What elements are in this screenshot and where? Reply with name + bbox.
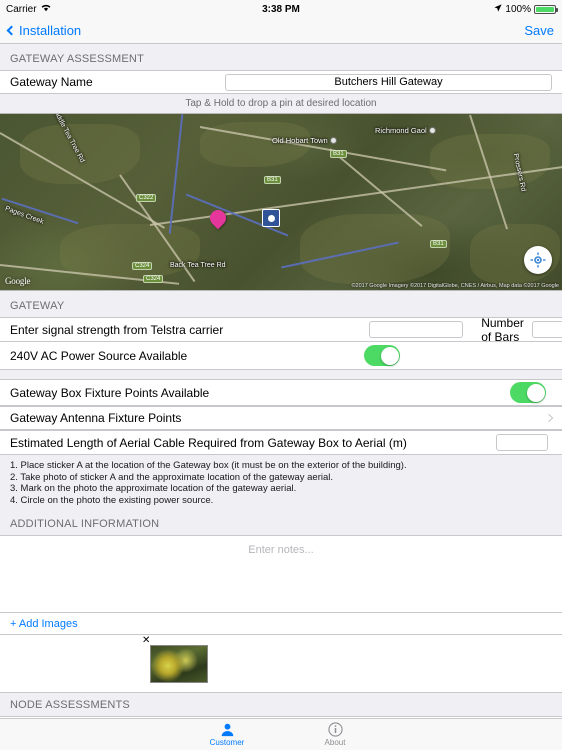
signal-strength-label: Enter signal strength from Telstra carri…	[10, 322, 224, 337]
map-street-label: Back Tea Tree Rd	[170, 262, 226, 269]
gateway-instructions: 1. Place sticker A at the location of th…	[0, 455, 562, 514]
antenna-fixture-row[interactable]: Gateway Antenna Fixture Points	[0, 406, 562, 430]
back-button[interactable]: Installation	[6, 23, 82, 38]
map-attribution: ©2017 Google Imagery ©2017 DigitalGlobe,…	[351, 283, 559, 289]
remove-thumbnail-icon[interactable]: ✕	[142, 636, 150, 646]
tab-bar: Customer About	[0, 718, 562, 750]
add-images-button[interactable]: + Add Images	[0, 613, 562, 635]
gateway-section-header: GATEWAY	[0, 291, 562, 317]
instruction-line: 1. Place sticker A at the location of th…	[10, 460, 407, 471]
number-of-bars-input[interactable]	[531, 321, 562, 338]
tab-about[interactable]: About	[305, 722, 365, 747]
instruction-line: 2. Take photo of sticker A and the appro…	[10, 471, 334, 483]
map-route-shield: B31	[264, 176, 281, 184]
person-icon	[221, 723, 233, 737]
gateway-name-row: Gateway Name	[0, 70, 562, 94]
gateway-assessment-header: GATEWAY ASSESSMENT	[0, 44, 562, 70]
tab-customer[interactable]: Customer	[197, 722, 257, 747]
image-thumbnail-strip: ✕	[0, 635, 562, 693]
navigation-bar: Installation Save	[0, 18, 562, 44]
tab-customer-label: Customer	[209, 738, 245, 747]
status-bar: Carrier 3:38 PM 100%	[0, 0, 562, 18]
back-button-label: Installation	[19, 23, 82, 38]
power-source-label: 240V AC Power Source Available	[10, 348, 188, 363]
map-poi-dot-icon	[329, 137, 337, 144]
form-scroll-area[interactable]: GATEWAY ASSESSMENT Gateway Name Tap & Ho…	[0, 44, 562, 718]
gateway-name-input[interactable]	[225, 73, 552, 91]
location-arrow-icon	[494, 3, 503, 15]
status-bar-time: 3:38 PM	[262, 3, 300, 15]
notes-textarea[interactable]: Enter notes...	[0, 535, 562, 613]
power-source-row: 240V AC Power Source Available	[0, 342, 562, 370]
map-poi-label: Richmond Gaol	[375, 126, 427, 135]
battery-percent-label: 100%	[505, 3, 531, 15]
fixture-points-toggle[interactable]	[510, 382, 546, 403]
cable-length-input[interactable]	[496, 434, 548, 451]
power-source-toggle[interactable]	[364, 345, 400, 366]
map-poi-label: Old Hobart Town	[272, 136, 328, 145]
map-route-shield: B31	[330, 150, 347, 158]
map-route-shield: C322	[136, 194, 157, 202]
battery-icon	[534, 4, 558, 14]
map-route-shield: B31	[430, 240, 447, 248]
google-logo: Google	[5, 276, 31, 286]
cable-length-row: Estimated Length of Aerial Cable Require…	[0, 430, 562, 455]
blue-square-marker-icon[interactable]	[262, 209, 280, 227]
instruction-line: 4. Circle on the photo the existing powe…	[10, 494, 214, 506]
map-hint-label: Tap & Hold to drop a pin at desired loca…	[0, 94, 562, 113]
instruction-line: 3. Mark on the photo the approximate loc…	[10, 483, 297, 494]
node-assessments-header: NODE ASSESSMENTS	[0, 693, 562, 716]
fixture-points-label: Gateway Box Fixture Points Available	[10, 385, 210, 400]
image-thumbnail-item[interactable]: ✕	[142, 636, 208, 683]
additional-information-header: ADDITIONAL INFORMATION	[0, 514, 562, 535]
tab-about-label: About	[324, 738, 346, 747]
map-route-shield: C324	[143, 275, 164, 283]
status-bar-right: 100%	[494, 3, 558, 15]
save-button[interactable]: Save	[524, 23, 554, 38]
gateway-name-label: Gateway Name	[10, 75, 93, 89]
locate-me-button[interactable]	[524, 246, 552, 274]
signal-strength-input[interactable]	[369, 321, 464, 338]
fixture-points-row: Gateway Box Fixture Points Available	[0, 379, 562, 406]
map-poi[interactable]: Richmond Gaol	[375, 126, 436, 135]
app-screen: Carrier 3:38 PM 100% Installation Save G…	[0, 0, 562, 750]
antenna-fixture-label: Gateway Antenna Fixture Points	[10, 411, 182, 425]
chevron-right-icon	[544, 413, 554, 423]
number-of-bars-label: Number of Bars	[481, 315, 524, 344]
map-poi[interactable]: Old Hobart Town	[272, 136, 337, 145]
image-thumbnail[interactable]	[150, 645, 208, 683]
map-view[interactable]: Middle Tea Tree Rd Pages Creek Prossers …	[0, 113, 562, 291]
cable-length-label: Estimated Length of Aerial Cable Require…	[10, 435, 407, 450]
info-circle-icon	[327, 722, 343, 737]
signal-strength-row: Enter signal strength from Telstra carri…	[0, 315, 562, 344]
notes-placeholder: Enter notes...	[248, 544, 314, 556]
map-route-shield: C324	[132, 262, 153, 270]
map-poi-dot-icon	[428, 127, 436, 134]
chevron-left-icon	[6, 25, 17, 36]
locate-me-icon	[530, 252, 546, 268]
